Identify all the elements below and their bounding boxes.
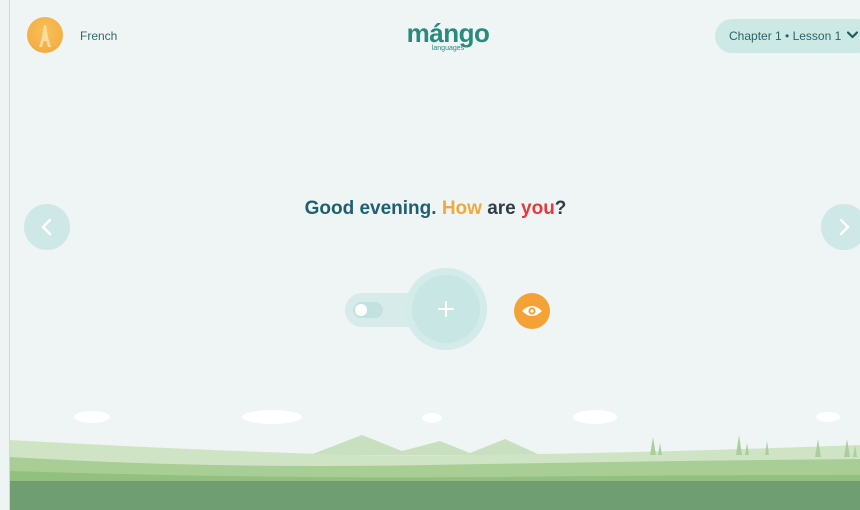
reveal-button[interactable] (514, 293, 550, 329)
language-avatar[interactable] (27, 17, 63, 53)
phrase-part-4: you (521, 198, 555, 219)
plus-icon (438, 301, 454, 317)
chapter-lesson-label: Chapter 1 • Lesson 1 (729, 29, 842, 43)
record-button[interactable] (412, 275, 480, 343)
phrase-part-3: are (481, 198, 522, 219)
logo-subtitle: languages (431, 45, 465, 52)
chevron-left-icon (41, 218, 52, 236)
chevron-down-icon (847, 30, 859, 42)
phrase-part-5: ? (554, 198, 567, 219)
lesson-phrase: Good evening. How are you? (10, 198, 860, 220)
mango-logo: mángo languages (378, 20, 518, 52)
landscape-illustration (10, 410, 860, 510)
eye-icon (522, 306, 542, 316)
chevron-right-icon (839, 218, 850, 236)
phrase-part-1: Good evening. (304, 198, 442, 219)
toggle-knob (355, 304, 367, 316)
lesson-screen: French mángo languages Chapter 1 • Lesso… (9, 0, 860, 510)
logo-word: mángo (406, 18, 490, 48)
eiffel-tower-icon (39, 25, 51, 47)
language-label: French (80, 29, 118, 43)
chapter-lesson-selector[interactable]: Chapter 1 • Lesson 1 (715, 19, 860, 53)
translation-toggle[interactable] (353, 302, 383, 318)
phrase-part-2: How (441, 198, 482, 219)
